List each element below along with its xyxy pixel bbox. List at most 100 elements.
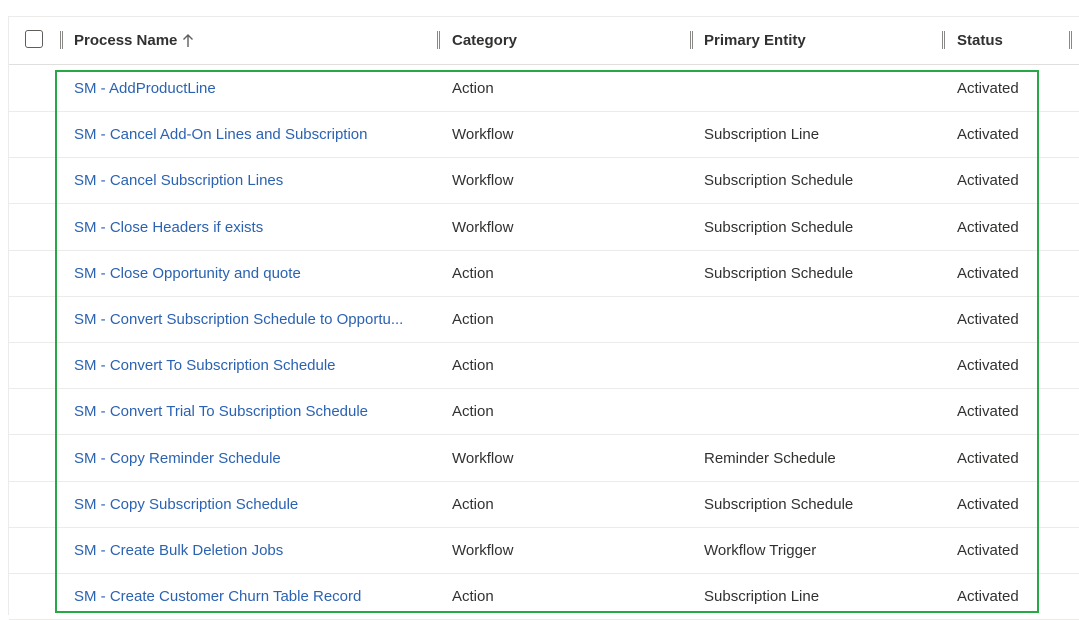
process-name-link-text[interactable]: SM - Convert Subscription Schedule to Op… <box>74 311 403 328</box>
process-name-link[interactable]: SM - Convert To Subscription Schedule <box>74 342 439 388</box>
status-cell-text: Activated <box>957 125 1019 143</box>
process-name-link[interactable]: SM - Close Headers if exists <box>74 204 439 250</box>
column-divider[interactable] <box>690 31 693 49</box>
status-cell: Activated <box>957 388 1067 434</box>
status-cell-text: Activated <box>957 79 1019 97</box>
category-cell-text: Action <box>452 310 494 328</box>
process-name-link-text[interactable]: SM - Cancel Subscription Lines <box>74 172 283 189</box>
status-cell: Activated <box>957 250 1067 296</box>
process-name-link[interactable]: SM - Convert Subscription Schedule to Op… <box>74 296 439 342</box>
category-cell: Action <box>452 342 692 388</box>
column-header-label: Status <box>957 32 1003 49</box>
status-cell: Activated <box>957 204 1067 250</box>
select-all-checkbox[interactable] <box>25 30 43 48</box>
column-header-process-name[interactable]: Process Name <box>74 17 194 64</box>
status-cell: Activated <box>957 481 1067 527</box>
primary-entity-cell-text: Subscription Schedule <box>704 171 854 189</box>
column-divider[interactable] <box>60 31 63 49</box>
category-cell-text: Workflow <box>452 125 514 143</box>
process-name-link-text[interactable]: SM - Convert To Subscription Schedule <box>74 357 336 374</box>
status-cell-text: Activated <box>957 218 1019 236</box>
process-name-link[interactable]: SM - Cancel Add-On Lines and Subscriptio… <box>74 111 439 157</box>
process-name-link[interactable]: SM - Copy Subscription Schedule <box>74 481 439 527</box>
process-name-link-text[interactable]: SM - Convert Trial To Subscription Sched… <box>74 403 368 420</box>
process-name-link-text[interactable]: SM - Create Customer Churn Table Record <box>74 588 361 605</box>
process-name-link[interactable]: SM - Copy Reminder Schedule <box>74 435 439 481</box>
category-cell-text: Workflow <box>452 541 514 559</box>
column-divider[interactable] <box>942 31 945 49</box>
process-name-link[interactable]: SM - Create Customer Churn Table Record <box>74 573 439 619</box>
primary-entity-cell-text: Subscription Schedule <box>704 495 854 513</box>
process-name-link[interactable]: SM - AddProductLine <box>74 65 439 111</box>
process-name-link-text[interactable]: SM - Copy Subscription Schedule <box>74 496 298 513</box>
category-cell: Action <box>452 65 692 111</box>
category-cell-text: Action <box>452 264 494 282</box>
category-cell: Action <box>452 250 692 296</box>
category-cell: Workflow <box>452 204 692 250</box>
category-cell: Workflow <box>452 157 692 203</box>
status-cell: Activated <box>957 573 1067 619</box>
table-row[interactable]: SM - Create Customer Churn Table Record A… <box>9 573 1079 620</box>
status-cell-text: Activated <box>957 171 1019 189</box>
table-row[interactable]: SM - Create Bulk Deletion Jobs Workflow Wo… <box>9 527 1079 574</box>
column-divider[interactable] <box>437 31 440 49</box>
category-cell-text: Workflow <box>452 218 514 236</box>
process-name-link[interactable]: SM - Close Opportunity and quote <box>74 250 439 296</box>
table-row[interactable]: SM - Copy Reminder Schedule Workflow Remin… <box>9 435 1079 482</box>
status-cell-text: Activated <box>957 449 1019 467</box>
primary-entity-cell: Subscription Schedule <box>704 157 944 203</box>
category-cell: Action <box>452 296 692 342</box>
process-name-link[interactable]: SM - Create Bulk Deletion Jobs <box>74 527 439 573</box>
table-row[interactable]: SM - Cancel Subscription Lines Workflow Su… <box>9 157 1079 204</box>
table-row[interactable]: SM - Copy Subscription Schedule Action Sub… <box>9 481 1079 528</box>
status-cell: Activated <box>957 342 1067 388</box>
category-cell: Workflow <box>452 435 692 481</box>
column-header-primary-entity[interactable]: Primary Entity <box>704 17 806 64</box>
column-header-label: Category <box>452 32 518 49</box>
table-row[interactable]: SM - Convert Subscription Schedule to Op… <box>9 296 1079 343</box>
table-row[interactable]: SM - Convert Trial To Subscription Sched… <box>9 388 1079 435</box>
process-name-link[interactable]: SM - Convert Trial To Subscription Sched… <box>74 388 439 434</box>
table-row[interactable]: SM - AddProductLine Action Activated <box>9 65 1079 112</box>
primary-entity-cell-text: Reminder Schedule <box>704 449 836 467</box>
process-name-link-text[interactable]: SM - Close Opportunity and quote <box>74 265 301 282</box>
process-grid: Process Name Category Primary Entity Sta… <box>8 16 1079 620</box>
column-header-label: Process Name <box>74 32 178 49</box>
primary-entity-cell: Workflow Trigger <box>704 527 944 573</box>
primary-entity-cell: Subscription Schedule <box>704 481 944 527</box>
primary-entity-cell: Subscription Line <box>704 111 944 157</box>
process-name-link-text[interactable]: SM - Close Headers if exists <box>74 219 263 236</box>
arrow-up-icon <box>182 33 194 48</box>
primary-entity-cell-text: Subscription Line <box>704 587 820 605</box>
column-divider[interactable] <box>1069 31 1072 49</box>
process-name-link-text[interactable]: SM - AddProductLine <box>74 80 216 97</box>
table-row[interactable]: SM - Close Opportunity and quote Action Su… <box>9 250 1079 297</box>
status-cell-text: Activated <box>957 356 1019 374</box>
table-row[interactable]: SM - Cancel Add-On Lines and Subscriptio… <box>9 111 1079 158</box>
category-cell: Action <box>452 481 692 527</box>
table-row[interactable]: SM - Convert To Subscription Schedule Act… <box>9 342 1079 389</box>
category-cell-text: Action <box>452 402 494 420</box>
process-name-link[interactable]: SM - Cancel Subscription Lines <box>74 157 439 203</box>
process-name-link-text[interactable]: SM - Cancel Add-On Lines and Subscriptio… <box>74 126 368 143</box>
status-cell: Activated <box>957 296 1067 342</box>
primary-entity-cell-text: Workflow Trigger <box>704 541 817 559</box>
primary-entity-cell: Subscription Line <box>704 573 944 619</box>
column-header-status[interactable]: Status <box>957 17 1003 64</box>
process-name-link-text[interactable]: SM - Copy Reminder Schedule <box>74 450 281 467</box>
primary-entity-cell <box>704 388 944 434</box>
table-row[interactable]: SM - Close Headers if exists Workflow Subs… <box>9 204 1079 251</box>
primary-entity-cell: Subscription Schedule <box>704 204 944 250</box>
status-cell: Activated <box>957 111 1067 157</box>
category-cell: Action <box>452 573 692 619</box>
status-cell-text: Activated <box>957 264 1019 282</box>
category-cell-text: Workflow <box>452 449 514 467</box>
status-cell-text: Activated <box>957 402 1019 420</box>
status-cell-text: Activated <box>957 587 1019 605</box>
category-cell: Action <box>452 388 692 434</box>
column-header-category[interactable]: Category <box>452 17 517 64</box>
primary-entity-cell-text: Subscription Line <box>704 125 820 143</box>
primary-entity-cell-text: Subscription Schedule <box>704 218 854 236</box>
process-name-link-text[interactable]: SM - Create Bulk Deletion Jobs <box>74 542 283 559</box>
category-cell: Workflow <box>452 111 692 157</box>
